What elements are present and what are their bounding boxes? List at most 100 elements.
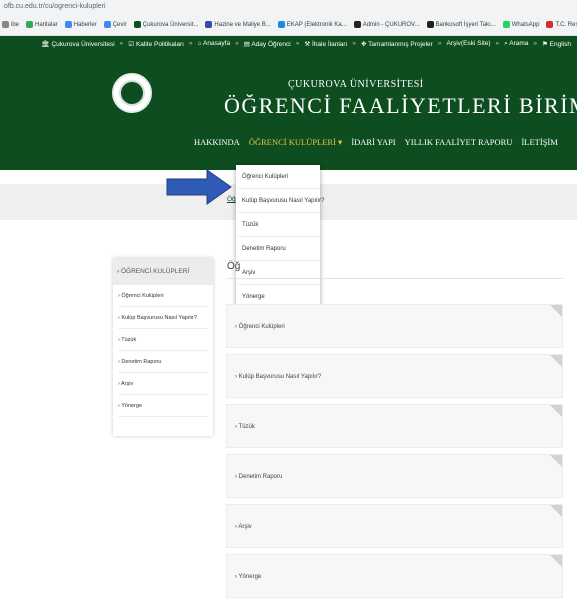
dropdown-item[interactable]: Tüzük [236,213,320,237]
dropdown-item[interactable]: Kulüp Başvurusu Nasıl Yapılır? [236,189,325,213]
admin-icon [353,21,361,28]
bookmark-label: EKAP (Elektronik Ka... [286,21,347,28]
sidebar-heading: › ÖĞRENCİ KULÜPLERİ [113,258,213,285]
bookmark-item[interactable]: Admin - ÇUKUROV... [353,21,420,28]
bookmark-label: Haberler [73,21,97,28]
topnav-separator: » [533,40,538,47]
gazette-icon [546,21,554,28]
bookmark-item[interactable]: Çevir [103,21,127,28]
card-label: › Öğrenci Kulüpleri [235,324,285,330]
content-card[interactable]: › Denetim Raporu [226,454,563,498]
bookmark-label: Çevir [112,21,127,28]
dropdown-item[interactable]: Denetim Raporu [236,237,320,261]
site-title[interactable]: ÖĞRENCİ FAALİYETLERİ BİRİMİ [224,93,577,119]
flag-icon: ⚑ [542,41,550,48]
topnav-separator: » [189,40,193,47]
topnav-separator: » [119,40,124,47]
page-heading: Öğ [227,261,241,272]
address-bar[interactable]: ofb.cu.edu.tr/cu/ogrenci-kulupleri [0,0,577,14]
checkbox-icon: ☑ [128,41,136,48]
bookmark-icon [2,21,9,28]
bookmark-item[interactable]: T.C. Resmî Gazete [546,21,577,28]
topnav-item[interactable]: ⌂ Anasayfa [198,40,230,48]
building-icon: 🏛 [41,41,52,48]
topnav-item[interactable]: ⌕ Arama [504,40,528,48]
topnav-label: Arama [509,40,529,47]
bookmark-label: Bankosoft İşyeri Takı... [435,21,496,28]
bookmark-item[interactable]: Çukurova Üniversit... [133,21,199,28]
topnav-item[interactable]: ☑ Kalite Politikaları [128,40,184,48]
card-corner-icon [550,555,562,567]
bookmark-label: Haritalar [35,21,58,28]
card-label: › Kulüp Başvurusu Nasıl Yapılır? [235,374,322,380]
news-icon [64,21,72,28]
whatsapp-icon [502,21,510,28]
card-corner-icon [550,305,562,317]
topnav-label: Tamamlanmış Projeler [368,41,433,48]
topnav-separator: » [437,40,442,47]
sidebar-item[interactable]: › Tüzük [118,329,208,351]
nav-item[interactable]: HAKKINDA [194,137,240,148]
sidebar-item[interactable]: › Yönerge [118,395,208,417]
top-navigation: 🏛 Çukurova Üniversitesi » ☑ Kalite Politik… [41,40,571,48]
bookmark-label: Çukurova Üniversit... [142,21,199,28]
nav-item[interactable]: İLETİŞİM [521,137,557,148]
site-header: 🏛 Çukurova Üniversitesi » ☑ Kalite Politik… [0,36,577,170]
content-card[interactable]: › Arşiv [226,504,563,548]
topnav-label: Çukurova Üniversitesi [51,41,115,48]
bookmark-item[interactable]: Haberler [64,21,97,28]
content-card[interactable]: › Tüzük [226,404,563,448]
topnav-item[interactable]: ✥ Tamamlanmış Projeler [361,40,433,48]
card-corner-icon [550,355,562,367]
bookmark-item[interactable]: Haritalar [26,21,58,28]
clubs-dropdown-menu: Öğrenci Kulüpleri Kulüp Başvurusu Nasıl Y… [236,165,325,310]
dropdown-item[interactable]: Öğrenci Kulüpleri [236,165,320,189]
bookmark-label: Admin - ÇUKUROV... [362,21,420,28]
translate-icon [103,21,111,28]
bookmark-label: WhatsApp [511,21,540,28]
nav-item[interactable]: ÖĞRENCİ KULÜPLERİ ▾ [249,137,343,148]
topnav-label: Anasayfa [203,40,231,47]
content-card[interactable]: › Kulüp Başvurusu Nasıl Yapılır? [226,354,563,398]
nav-item[interactable]: YILLIK FAALİYET RAPORU [405,137,513,148]
bookmark-label: ibe [11,21,20,28]
card-corner-icon [550,405,562,417]
bookmarks-bar: ibe Haritalar Haberler Çevir Çukurova Üniver… [0,14,577,36]
content-card[interactable]: › Öğrenci Kulüpleri [226,304,563,348]
university-logo[interactable] [112,73,152,113]
pointer-arrow-icon [166,169,232,205]
bookmark-item[interactable]: Bankosoft İşyeri Takı... [426,21,496,28]
topnav-label: Aday Öğrenci [251,41,291,48]
bookmark-item[interactable]: WhatsApp [502,21,540,28]
card-corner-icon [550,455,562,467]
sidebar-item[interactable]: › Denetim Raporu [118,351,208,373]
topnav-separator: » [235,40,239,47]
topnav-label: İhale İlanları [311,41,348,48]
card-corner-icon [550,505,562,517]
card-label: › Yönerge [235,574,262,580]
nav-item[interactable]: İDARİ YAPI [351,137,395,148]
url-text: ofb.cu.edu.tr/cu/ogrenci-kulupleri [4,3,106,10]
sidebar-item[interactable]: › Arşiv [118,373,208,395]
dropdown-item[interactable]: Arşiv [236,261,320,285]
logo-emblem-icon [119,80,145,106]
topnav-item[interactable]: ⚑ English [542,40,571,48]
heading-divider [227,278,563,279]
topnav-separator: » [352,40,357,47]
ministry-icon [205,21,213,28]
topnav-item[interactable]: ⚒ İhale İlanları [304,40,347,48]
content-card[interactable]: › Yönerge [226,554,563,598]
bookmark-item[interactable]: EKAP (Elektronik Ka... [277,21,347,28]
bookmark-item[interactable]: ibe [2,21,19,28]
topnav-item[interactable]: Arşiv(Eski Site) [446,40,490,48]
card-label: › Denetim Raporu [235,474,283,480]
topnav-item[interactable]: ▤ Aday Öğrenci [244,40,291,48]
sidebar-item[interactable]: › Kulüp Başvurusu Nasıl Yapılır? [118,307,208,329]
topnav-label: English [549,41,571,48]
card-label: › Arşiv [235,524,252,530]
university-icon [133,21,141,28]
sidebar-item[interactable]: › Öğrenci Kulüpleri [118,285,208,307]
bookmark-item[interactable]: Hazine ve Maliye B... [205,21,271,28]
topnav-item[interactable]: 🏛 Çukurova Üniversitesi [41,40,114,48]
ekap-icon [277,21,285,28]
